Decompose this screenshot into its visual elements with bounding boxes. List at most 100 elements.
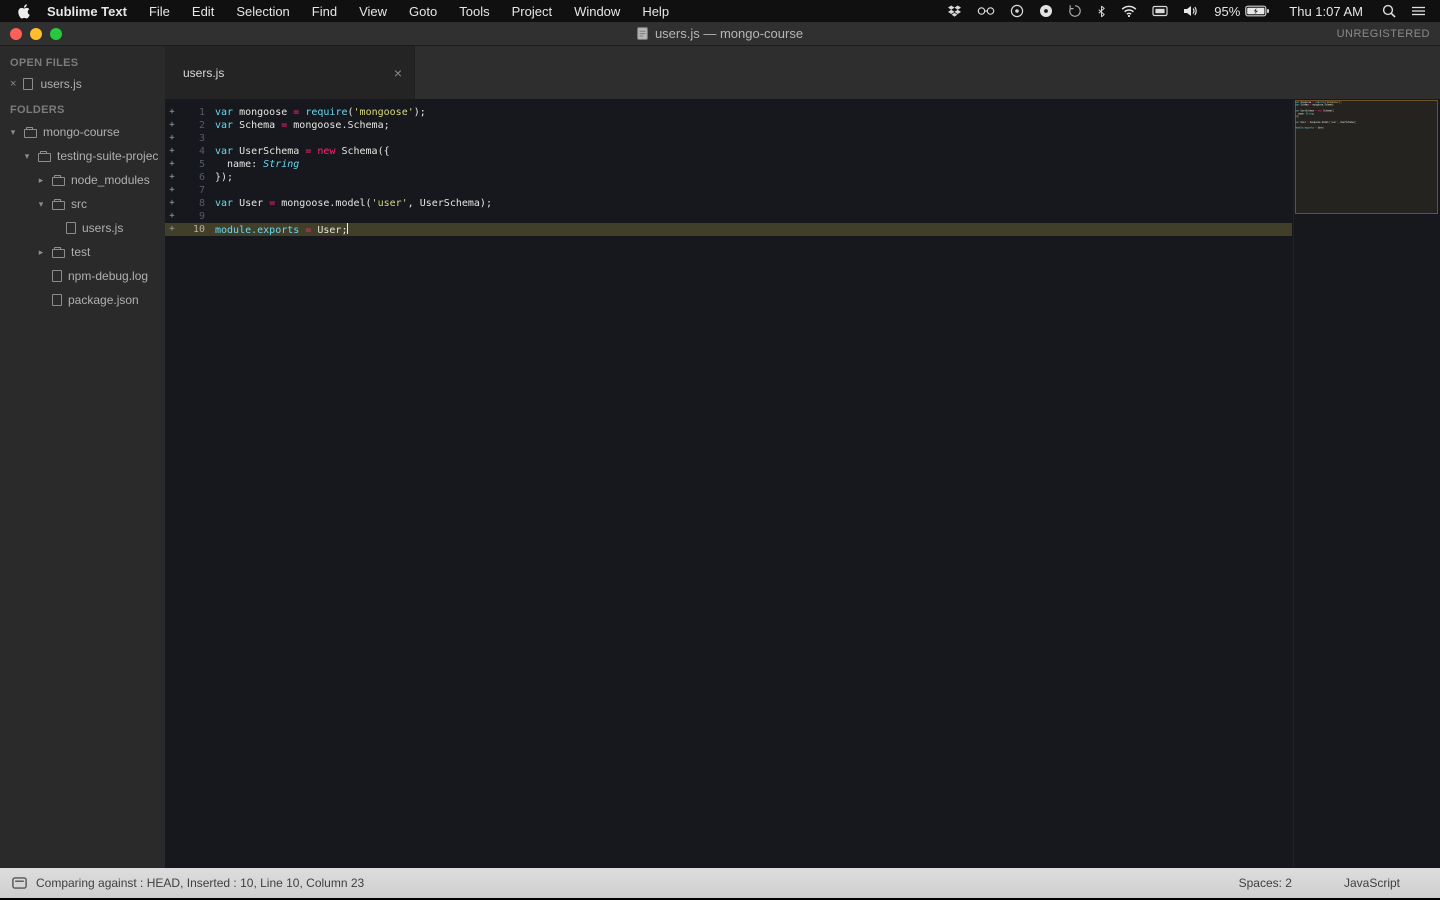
code-text: var Schema = mongoose.Schema; [205,119,390,132]
tree-item-label: node_modules [71,173,150,187]
close-open-file-icon[interactable]: × [10,78,16,90]
notification-center-icon[interactable] [1411,5,1426,17]
code-line-6[interactable]: +6}); [165,171,1292,184]
code-line-8[interactable]: +8 var User = mongoose.model('user', User… [165,197,1292,210]
line-number: 3 [198,133,205,144]
menu-window[interactable]: Window [574,4,620,19]
code-token: User [233,198,270,209]
code-token: var [215,107,234,118]
code-token: mongoose [233,107,294,118]
tree-item-package-json[interactable]: package.json [0,288,165,312]
tree-item-npm-debug-log[interactable]: npm-debug.log [0,264,165,288]
code-text: module.exports = User; [205,223,349,236]
minimap[interactable]: var mongoose = require('mongoose'); var S… [1293,100,1440,868]
tab-close-icon[interactable]: × [394,66,402,80]
diff-added-marker: + [169,133,175,143]
code-line-5[interactable]: +5 name: String [165,158,1292,171]
open-file-item[interactable]: × users.js [0,73,165,95]
code-token: Schema [233,120,282,131]
bluetooth-icon[interactable] [1097,5,1106,18]
tree-item-label: package.json [68,293,139,307]
menu-find[interactable]: Find [312,4,337,19]
diff-added-marker: + [169,211,175,221]
code-text: var User = mongoose.model('user', UserSc… [205,197,492,210]
tree-item-src[interactable]: ▾ src [0,192,165,216]
status-right: Spaces: 2 JavaScript [1239,876,1428,890]
volume-icon[interactable] [1183,5,1199,17]
folder-tree: ▾ mongo-course ▾ testing-suite-projec ▸ node_… [0,120,165,312]
spotlight-icon[interactable] [1382,4,1396,18]
code-token: name: [215,159,264,170]
line-number: 8 [198,198,205,209]
time-machine-icon[interactable] [1068,4,1082,18]
disclosure-triangle-icon[interactable]: ▾ [8,127,18,138]
tree-item-mongo-course[interactable]: ▾ mongo-course [0,120,165,144]
file-icon [66,222,76,234]
disclosure-triangle-icon[interactable]: ▾ [22,151,32,162]
code-line-4[interactable]: +4 var UserSchema = new Schema({ [165,145,1292,158]
menubar-clock[interactable]: Thu 1:07 AM [1289,4,1363,19]
folders-header: FOLDERS [10,104,65,116]
line-number: 6 [198,172,205,183]
glasses-icon[interactable] [977,6,995,16]
code-token: new [317,146,336,157]
tree-item-testing-suite-projec[interactable]: ▾ testing-suite-projec [0,144,165,168]
disc-icon[interactable] [1010,4,1024,18]
tree-item-users-js[interactable]: users.js [0,216,165,240]
minimap-viewport[interactable] [1295,100,1438,214]
folder-icon [52,246,65,258]
diff-added-marker: + [169,198,175,208]
diff-added-marker: + [169,146,175,156]
editor[interactable]: +1 var mongoose = require('mongoose'); +2 v… [165,100,1440,868]
line-number: 10 [192,224,205,235]
code-token: var [215,198,234,209]
display-icon[interactable] [1152,5,1168,17]
code-token: , UserSchema); [407,198,492,209]
traffic-lights [10,27,62,40]
wifi-icon[interactable] [1121,5,1137,17]
diff-added-marker: + [169,159,175,169]
disclosure-triangle-icon[interactable]: ▸ [36,247,46,258]
code-token: 'mongoose' [353,107,414,118]
tree-item-node-modules[interactable]: ▸ node_modules [0,168,165,192]
menu-tools[interactable]: Tools [459,4,489,19]
code-line-7[interactable]: +7 [165,184,1292,197]
dropbox-icon[interactable] [947,4,962,18]
screen: Sublime Text File Edit Selection Find View Go… [0,0,1440,900]
code-line-10[interactable]: +10 module.exports = User; [165,223,1292,236]
tab-users-js[interactable]: users.js × [165,46,415,99]
menu-file[interactable]: File [149,4,170,19]
disclosure-triangle-icon[interactable]: ▸ [36,175,46,186]
apple-menu-icon[interactable] [18,3,31,19]
file-icon [23,78,34,90]
file-icon [52,294,62,306]
code-line-9[interactable]: +9 [165,210,1292,223]
code-token: String [263,159,300,170]
app-menu-title[interactable]: Sublime Text [47,4,127,19]
minimize-window-button[interactable] [30,27,42,40]
status-panel-icon[interactable] [12,877,27,889]
text-cursor [347,223,349,234]
menu-view[interactable]: View [359,4,387,19]
code-line-3[interactable]: +3 [165,132,1292,145]
indent-status[interactable]: Spaces: 2 [1239,876,1292,890]
tree-item-test[interactable]: ▸ test [0,240,165,264]
folder-icon [38,150,51,162]
menu-project[interactable]: Project [512,4,552,19]
open-file-label: users.js [40,77,82,91]
close-window-button[interactable] [10,27,22,40]
disclosure-triangle-icon[interactable]: ▾ [36,199,46,210]
battery-indicator[interactable]: 95% [1214,4,1270,19]
code-token: var [215,120,234,131]
syntax-status[interactable]: JavaScript [1344,876,1400,890]
menu-help[interactable]: Help [642,4,669,19]
code-line-1[interactable]: +1 var mongoose = require('mongoose'); [165,106,1292,119]
code-line-2[interactable]: +2 var Schema = mongoose.Schema; [165,119,1292,132]
menu-selection[interactable]: Selection [236,4,289,19]
menu-goto[interactable]: Goto [409,4,437,19]
zoom-window-button[interactable] [50,27,62,40]
circle-app-icon[interactable] [1039,4,1053,18]
menu-edit[interactable]: Edit [192,4,214,19]
